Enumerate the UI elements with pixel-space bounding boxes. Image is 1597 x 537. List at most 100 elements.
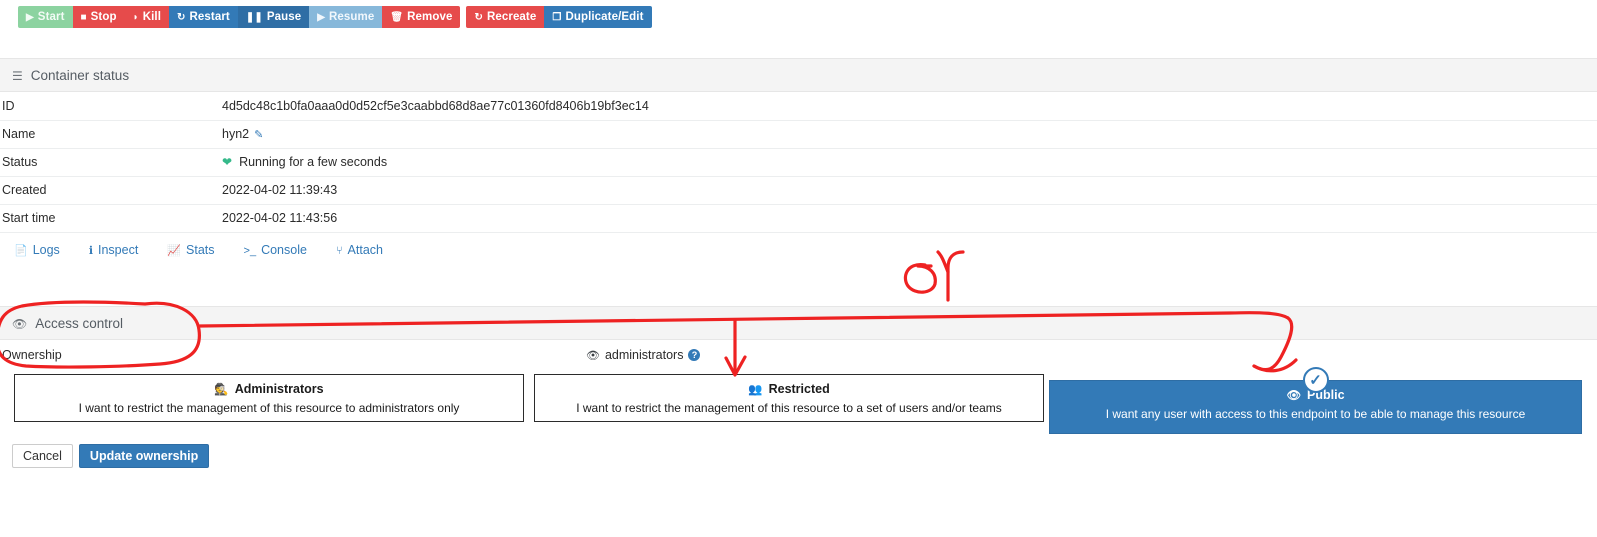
play-icon: ▶: [317, 12, 325, 23]
container-status-heading: Container status: [30, 68, 130, 83]
file-icon: 📄: [14, 244, 28, 257]
row-value-name: hyn2 ✎: [222, 120, 1597, 149]
access-control-header: 👁 Access control: [0, 306, 1597, 340]
pause-button[interactable]: ❚❚ Pause: [237, 6, 310, 28]
ownership-option-administrators[interactable]: 🕵 Administrators I want to restrict the m…: [14, 374, 524, 422]
terminal-icon: >_: [243, 244, 257, 257]
container-name-text: hyn2: [222, 127, 250, 141]
stats-link[interactable]: 📈 Stats: [167, 233, 214, 268]
row-label-name: Name: [0, 120, 222, 149]
inspect-link[interactable]: ℹ Inspect: [89, 233, 139, 268]
eye-icon: 👁: [586, 350, 600, 362]
table-row: Status ❤ Running for a few seconds: [0, 148, 1597, 177]
option-description: I want to restrict the management of thi…: [78, 401, 460, 415]
plug-icon: ⑂: [335, 244, 343, 257]
row-value-created: 2022-04-02 11:39:43: [222, 176, 1597, 205]
container-status-table: ID 4d5dc48c1b0fa0aaa0d0d52cf5e3caabbd68d…: [0, 92, 1597, 233]
option-title: 🕵 Administrators: [15, 381, 523, 399]
row-value-status: ❤ Running for a few seconds: [222, 148, 1597, 177]
ownership-row: Ownership 👁 administrators?: [0, 340, 1597, 370]
table-row: Name hyn2 ✎: [0, 120, 1597, 149]
row-value-start-time: 2022-04-02 11:43:56: [222, 204, 1597, 233]
question-icon[interactable]: ?: [688, 349, 701, 361]
row-value-id: 4d5dc48c1b0fa0aaa0d0d52cf5e3caabbd68d8ae…: [222, 92, 1597, 121]
pause-icon: ❚❚: [245, 12, 263, 23]
container-status-panel: ☰ Container status ID 4d5dc48c1b0fa0aaa0d…: [0, 58, 1597, 267]
user-secret-icon: 🕵: [214, 384, 229, 396]
update-ownership-button[interactable]: Update ownership: [78, 444, 210, 468]
start-button-label: Start: [37, 11, 65, 23]
option-title-text: Administrators: [234, 382, 324, 396]
ownership-value-text: administrators: [604, 348, 684, 362]
container-action-toolbar: ▶ Start ■ Stop ◗ Kill ↻ Restart ❚❚ Pause ▶ Resume 🗑 R…: [0, 0, 1597, 36]
pause-button-label: Pause: [266, 11, 302, 23]
remove-button[interactable]: 🗑 Remove: [382, 6, 461, 28]
check-circle-icon: ✓: [1302, 367, 1329, 393]
ownership-value: 👁 administrators?: [586, 340, 701, 371]
eye-icon: 👁: [1286, 390, 1302, 402]
play-icon: ▶: [26, 12, 34, 23]
container-tools-links: 📄 Logs ℹ Inspect 📈 Stats >_ Console ⑂ Attach: [0, 233, 1597, 267]
secondary-action-group: ↻ Recreate ❐ Duplicate/Edit: [466, 6, 652, 28]
logs-link-label: Logs: [32, 242, 60, 257]
table-row: Start time 2022-04-02 11:43:56: [0, 204, 1597, 233]
table-row: ID 4d5dc48c1b0fa0aaa0d0d52cf5e3caabbd68d…: [0, 92, 1597, 121]
stop-icon: ■: [80, 12, 87, 23]
ownership-option-restricted[interactable]: 👥 Restricted I want to restrict the manag…: [534, 374, 1044, 422]
duplicate-edit-button[interactable]: ❐ Duplicate/Edit: [544, 6, 652, 28]
row-label-status: Status: [0, 148, 222, 177]
primary-action-group: ▶ Start ■ Stop ◗ Kill ↻ Restart ❚❚ Pause ▶ Resume 🗑 R…: [18, 6, 461, 28]
eye-icon: 👁: [12, 317, 28, 331]
refresh-icon: ↻: [474, 12, 483, 23]
scribble-mark: [903, 263, 937, 294]
ownership-label: Ownership: [2, 348, 62, 362]
duplicate-edit-button-label: Duplicate/Edit: [565, 11, 644, 23]
stop-button-label: Stop: [90, 11, 117, 23]
remove-button-label: Remove: [407, 11, 453, 23]
access-control-panel: 👁 Access control Ownership 👁 administrator…: [0, 306, 1597, 468]
option-description: I want any user with access to this endp…: [1105, 407, 1526, 421]
access-control-heading: Access control: [35, 316, 124, 331]
recreate-button-label: Recreate: [486, 11, 537, 23]
trash-icon: 🗑: [390, 12, 404, 23]
inspect-link-label: Inspect: [98, 242, 139, 257]
start-button[interactable]: ▶ Start: [18, 6, 73, 28]
option-description: I want to restrict the management of thi…: [576, 401, 1002, 415]
kill-button-label: Kill: [142, 11, 162, 23]
restart-button-label: Restart: [189, 11, 230, 23]
heartbeat-icon: ❤: [222, 155, 233, 169]
resume-button-label: Resume: [329, 11, 375, 23]
stop-button[interactable]: ■ Stop: [72, 6, 125, 28]
access-control-body: Ownership 👁 administrators? 🕵 Administrato…: [0, 340, 1597, 468]
info-icon: ℹ: [88, 244, 93, 257]
kill-button[interactable]: ◗ Kill: [124, 6, 170, 28]
ownership-option-public[interactable]: ✓ 👁 Public I want any user with access to…: [1049, 367, 1582, 434]
ownership-form-footer: Cancel Update ownership: [0, 432, 1597, 468]
row-label-created: Created: [0, 176, 222, 205]
server-icon: ☰: [12, 69, 23, 83]
duplicate-icon: ❐: [552, 12, 562, 23]
restart-button[interactable]: ↻ Restart: [169, 6, 238, 28]
row-label-id: ID: [0, 92, 222, 121]
bomb-icon: ◗: [132, 12, 139, 23]
recreate-button[interactable]: ↻ Recreate: [466, 6, 545, 28]
chart-icon: 📈: [167, 244, 182, 257]
cancel-button[interactable]: Cancel: [12, 444, 73, 468]
console-link-label: Console: [261, 242, 307, 257]
row-label-start-time: Start time: [0, 204, 222, 233]
ownership-options: 🕵 Administrators I want to restrict the m…: [0, 367, 1597, 434]
console-link[interactable]: >_ Console: [244, 233, 307, 268]
table-row: Created 2022-04-02 11:39:43: [0, 176, 1597, 205]
users-icon: 👥: [748, 384, 763, 396]
refresh-icon: ↻: [177, 12, 186, 23]
option-title-text: Restricted: [768, 382, 830, 396]
logs-link[interactable]: 📄 Logs: [14, 233, 60, 268]
option-title: 👥 Restricted: [535, 381, 1043, 399]
resume-button[interactable]: ▶ Resume: [309, 6, 383, 28]
stats-link-label: Stats: [186, 242, 215, 257]
attach-link[interactable]: ⑂ Attach: [336, 233, 383, 268]
container-details-page: ▶ Start ■ Stop ◗ Kill ↻ Restart ❚❚ Pause ▶ Resume 🗑 R…: [0, 0, 1597, 537]
attach-link-label: Attach: [347, 242, 383, 257]
container-status-header: ☰ Container status: [0, 58, 1597, 92]
edit-icon[interactable]: ✎: [254, 129, 263, 141]
